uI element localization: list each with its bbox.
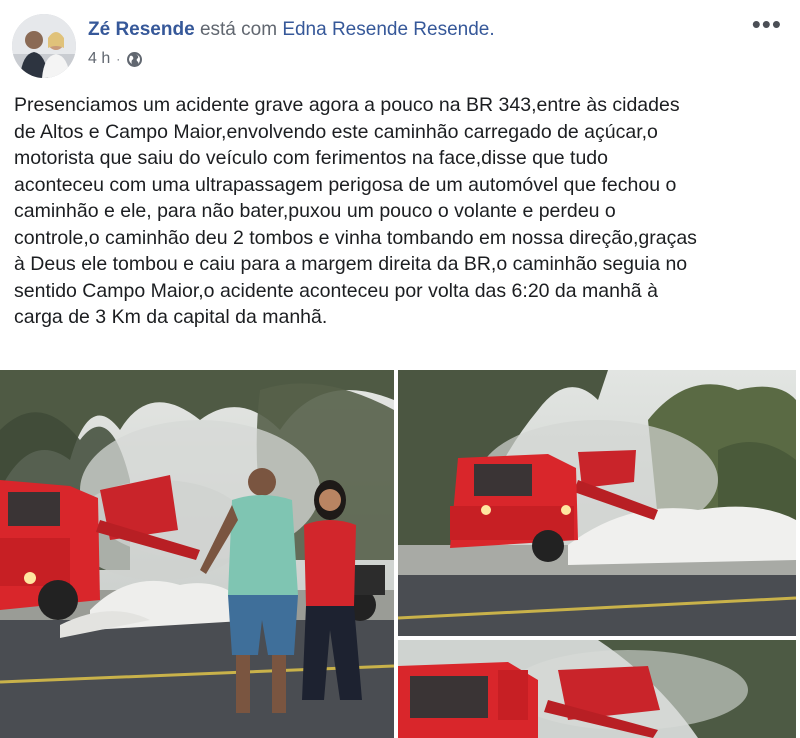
accident-photo-truck	[398, 370, 796, 636]
post-meta: 4 h ·	[88, 50, 143, 68]
accident-photo-closeup	[398, 640, 796, 738]
post-header: Zé Resende está com Edna Resende Resende…	[88, 18, 495, 42]
post-photo-3[interactable]	[398, 640, 796, 738]
globe-icon[interactable]	[126, 51, 143, 68]
accident-photo-people	[0, 370, 394, 738]
meta-separator: ·	[116, 52, 121, 66]
post-photo-1[interactable]	[0, 370, 394, 738]
tagged-person-link[interactable]: Edna Resende Resende.	[282, 19, 494, 40]
avatar-image	[12, 14, 76, 78]
timestamp-link[interactable]: 4 h	[88, 50, 110, 68]
author-name-link[interactable]: Zé Resende	[88, 19, 195, 40]
with-text: está com	[199, 19, 278, 40]
post-text: Presenciamos um acidente grave agora a p…	[14, 94, 697, 328]
avatar[interactable]	[12, 14, 76, 78]
post-photo-2[interactable]	[398, 370, 796, 636]
more-options-icon[interactable]: •••	[752, 11, 782, 37]
